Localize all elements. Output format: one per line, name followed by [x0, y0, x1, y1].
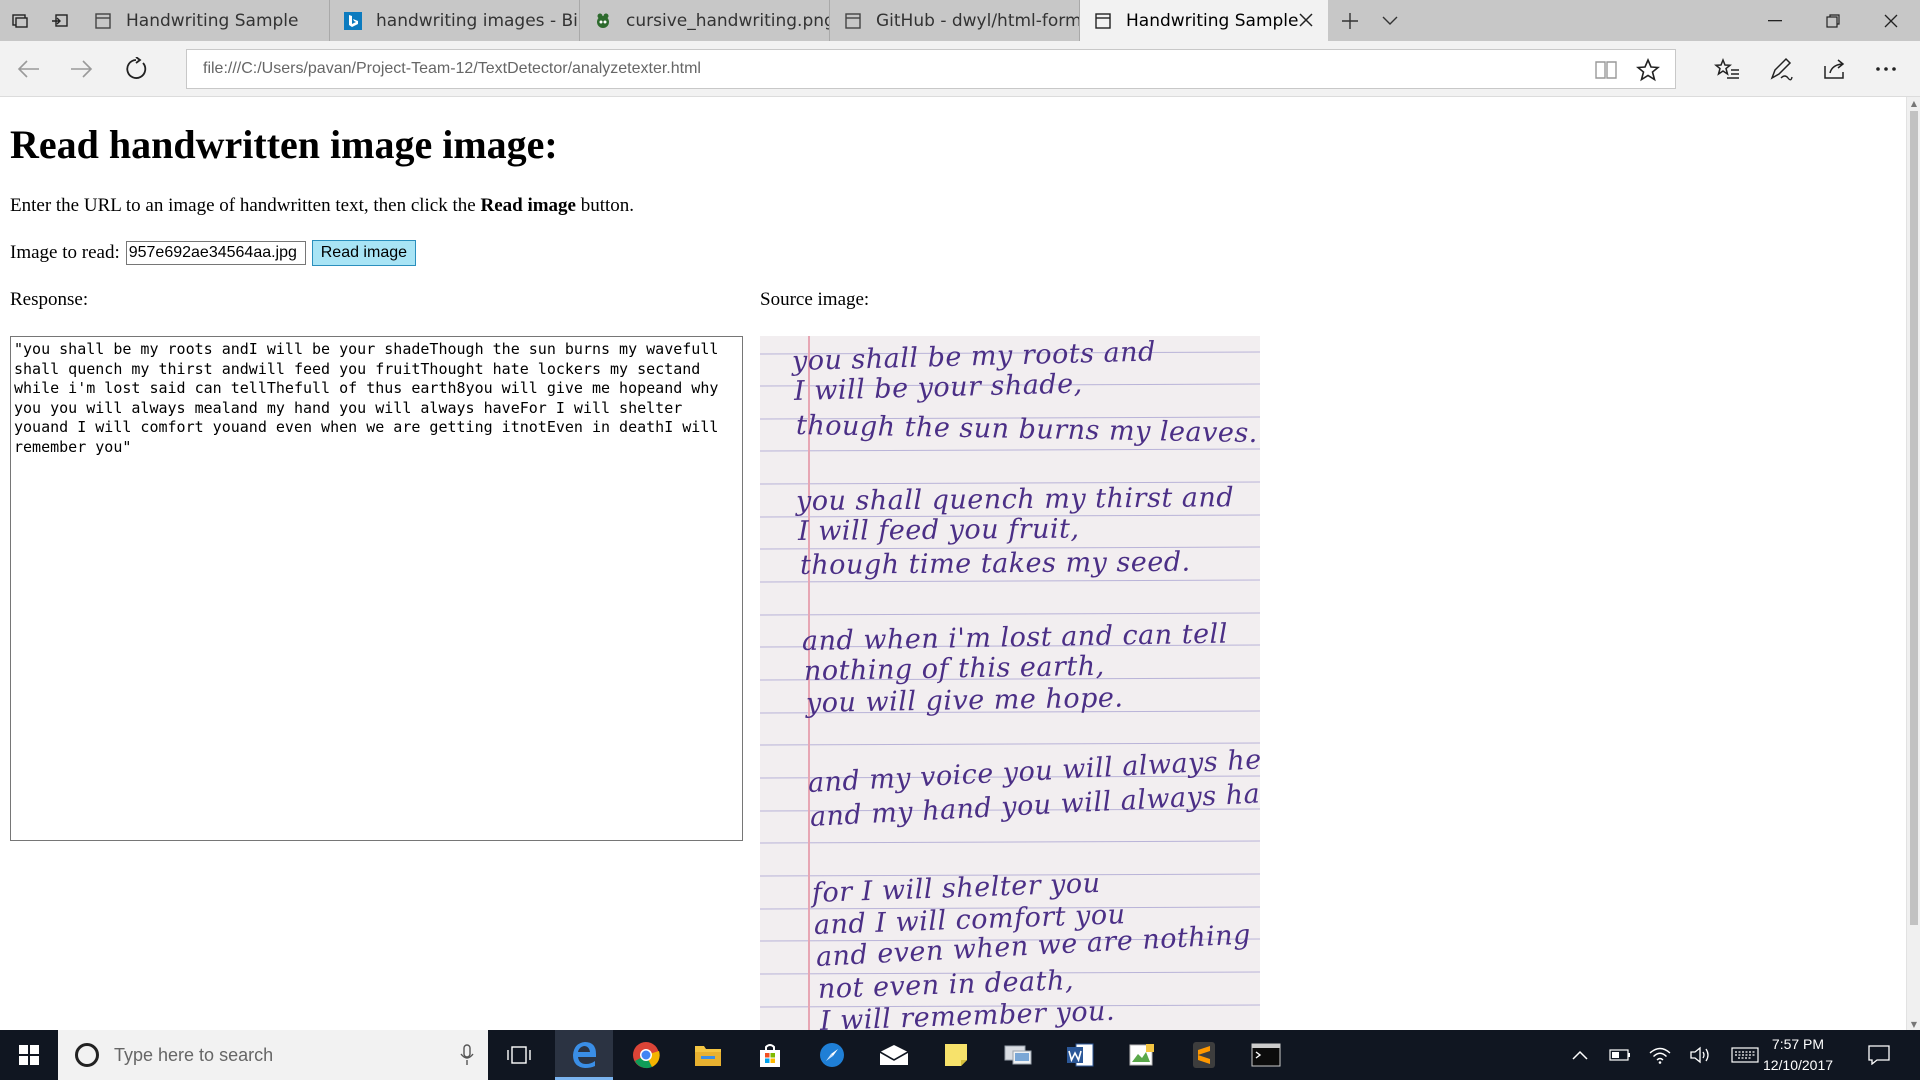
back-arrow-icon[interactable]: [8, 49, 48, 89]
intro-bold: Read image: [480, 195, 576, 216]
handwritten-line: you shall quench my thirst and: [795, 482, 1235, 517]
cortana-icon: [75, 1043, 99, 1067]
sticky-notes-icon[interactable]: [927, 1030, 985, 1080]
page-content: Read handwritten image image: Enter the …: [0, 97, 1906, 1030]
tab-handwriting-sample-active[interactable]: Handwriting Sample: [1080, 0, 1328, 41]
tab-github[interactable]: GitHub - dwyl/html-form-se: [830, 0, 1080, 41]
scroll-up-arrow-icon[interactable]: ▲: [1907, 97, 1920, 109]
page-icon: [844, 12, 862, 30]
tab-cursive-handwriting[interactable]: cursive_handwriting.png: [580, 0, 830, 41]
command-prompt-icon[interactable]: [1237, 1030, 1295, 1080]
file-explorer-icon[interactable]: [679, 1030, 737, 1080]
battery-icon[interactable]: [1607, 1043, 1633, 1067]
vertical-scrollbar[interactable]: ▲ ▼: [1906, 97, 1920, 1030]
bug-icon: [594, 12, 612, 30]
task-view-icon[interactable]: [490, 1030, 548, 1080]
image-url-input[interactable]: [125, 241, 306, 265]
tab-title: cursive_handwriting.png: [626, 10, 829, 31]
microphone-icon[interactable]: [460, 1044, 474, 1066]
url-text: file:///C:/Users/pavan/Project-Team-12/T…: [203, 60, 701, 77]
tab-strip: Handwriting Sample handwriting images - …: [0, 0, 1920, 41]
handwritten-line: I will feed you fruit,: [797, 513, 1080, 547]
more-options-icon[interactable]: [1866, 49, 1906, 89]
tab-manager-icon[interactable]: [0, 0, 40, 41]
forward-arrow-icon[interactable]: [62, 49, 102, 89]
read-row: Image to read: Read image: [10, 240, 417, 266]
response-textarea[interactable]: "you shall be my roots andI will be your…: [10, 336, 743, 841]
minimize-icon[interactable]: [1746, 0, 1804, 41]
scroll-down-arrow-icon[interactable]: ▼: [1907, 1018, 1920, 1030]
network-app-icon[interactable]: [989, 1030, 1047, 1080]
sublime-text-icon[interactable]: [1175, 1030, 1233, 1080]
action-center-icon[interactable]: [1866, 1043, 1892, 1067]
page-icon: [94, 12, 112, 30]
volume-icon[interactable]: [1687, 1043, 1713, 1067]
intro-prefix: Enter the URL to an image of handwritten…: [10, 195, 481, 216]
taskbar: Type here to search 7:57 PM 12/10/2017: [0, 1030, 1920, 1080]
page-title: Read handwritten image image:: [10, 122, 558, 167]
source-image-label: Source image:: [760, 289, 870, 310]
bing-icon: [344, 11, 362, 30]
tab-bing-images[interactable]: handwriting images - Bing i: [330, 0, 580, 41]
page-icon: [1094, 12, 1112, 30]
handwritten-line: you will give me hope.: [805, 682, 1124, 719]
edge-browser-icon[interactable]: [555, 1030, 613, 1080]
wifi-icon[interactable]: [1647, 1043, 1673, 1067]
photo-editor-icon[interactable]: [1113, 1030, 1171, 1080]
image-input-label: Image to read:: [10, 242, 120, 263]
intro-suffix: button.: [575, 195, 635, 216]
chevron-up-icon[interactable]: [1567, 1043, 1593, 1067]
close-icon[interactable]: [1296, 10, 1316, 30]
chrome-icon[interactable]: [617, 1030, 675, 1080]
handwritten-line: nothing of this earth,: [803, 650, 1105, 687]
navigation-bar: file:///C:/Users/pavan/Project-Team-12/T…: [0, 41, 1920, 97]
share-icon[interactable]: [1815, 49, 1855, 89]
pen-notes-icon[interactable]: [1761, 49, 1801, 89]
tab-title: GitHub - dwyl/html-form-se: [876, 10, 1079, 31]
tab-title: Handwriting Sample: [1126, 10, 1299, 31]
taskbar-search-box[interactable]: Type here to search: [58, 1030, 488, 1080]
store-icon[interactable]: [741, 1030, 799, 1080]
compass-app-icon[interactable]: [803, 1030, 861, 1080]
clock-date: 12/10/2017: [1762, 1057, 1834, 1073]
search-placeholder: Type here to search: [114, 1044, 274, 1065]
clock-time: 7:57 PM: [1771, 1036, 1825, 1052]
handwritten-line: though time takes my seed.: [799, 546, 1191, 581]
favorite-star-icon[interactable]: [1635, 57, 1661, 83]
new-tab-icon[interactable]: [1330, 0, 1370, 41]
mail-icon[interactable]: [865, 1030, 923, 1080]
intro-text: Enter the URL to an image of handwritten…: [10, 195, 634, 217]
source-image: you shall be my roots and I will be your…: [760, 336, 1260, 1030]
windows-start-icon[interactable]: [0, 1030, 58, 1080]
restore-icon[interactable]: [1804, 0, 1862, 41]
favorites-hub-icon[interactable]: [1707, 49, 1747, 89]
reading-view-icon[interactable]: [1593, 57, 1619, 83]
close-window-icon[interactable]: [1862, 0, 1920, 41]
address-bar[interactable]: file:///C:/Users/pavan/Project-Team-12/T…: [186, 49, 1676, 89]
tab-handwriting-sample-1[interactable]: Handwriting Sample: [80, 0, 330, 41]
scrollbar-thumb[interactable]: [1910, 111, 1918, 925]
tab-title: Handwriting Sample: [126, 10, 299, 31]
response-label: Response:: [10, 289, 89, 310]
system-clock[interactable]: 7:57 PM 12/10/2017: [1752, 1034, 1844, 1076]
set-tabs-aside-icon[interactable]: [40, 0, 80, 41]
word-icon[interactable]: [1051, 1030, 1109, 1080]
tab-title: handwriting images - Bing i: [376, 10, 579, 31]
chevron-down-icon[interactable]: [1370, 0, 1410, 41]
refresh-icon[interactable]: [116, 49, 156, 89]
read-image-button[interactable]: Read image: [311, 240, 417, 266]
